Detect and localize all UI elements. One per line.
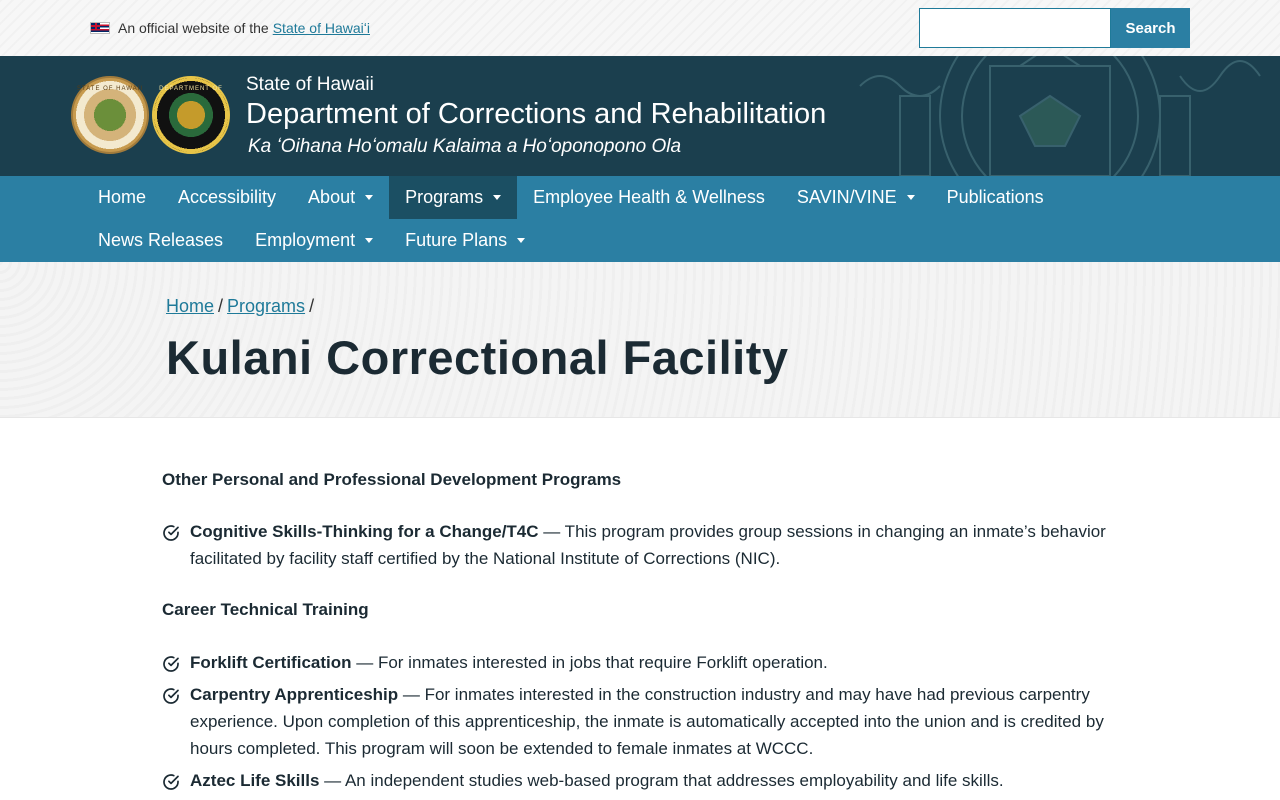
section-heading-career: Career Technical Training — [162, 600, 369, 619]
item-title: Cognitive Skills-Thinking for a Change/T… — [190, 522, 539, 541]
seal-text: STATE OF HAWAII — [77, 86, 143, 92]
search-button[interactable]: Search — [1111, 8, 1190, 48]
list-item: Cognitive Skills-Thinking for a Change/T… — [162, 518, 1112, 572]
item-description: — An independent studies web-based progr… — [319, 771, 1004, 790]
breadcrumb-programs[interactable]: Programs — [227, 296, 305, 316]
site-search: Search — [919, 8, 1190, 48]
nav-item-label: Home — [98, 187, 147, 207]
org-hawaiian-name: Ka ʻOihana Hoʻomalu Kalaima a Hoʻoponopo… — [248, 136, 682, 157]
official-banner: An official website of the State of Hawa… — [0, 0, 1280, 56]
hawaii-flag-icon — [90, 22, 110, 34]
check-circle-icon — [162, 681, 190, 762]
nav-item-label: Accessibility — [178, 187, 277, 207]
caret-down-icon[interactable] — [365, 238, 374, 243]
item-description: — For inmates interested in jobs that re… — [351, 653, 828, 672]
official-notice: An official website of the State of Hawa… — [90, 20, 370, 36]
nav-item-programs[interactable]: Programs — [389, 176, 518, 219]
breadcrumb: Home / Programs / — [166, 296, 318, 317]
site-header: STATE OF HAWAII DEPARTMENT OF State of H… — [0, 56, 1280, 176]
breadcrumb-separator: / — [309, 296, 315, 316]
official-notice-text: An official website of the — [118, 20, 269, 36]
nav-item-employee-health-wellness[interactable]: Employee Health & Wellness — [517, 176, 781, 219]
caret-down-icon[interactable] — [365, 195, 374, 200]
nav-item-label: About — [308, 187, 356, 207]
nav-item-news-releases[interactable]: News Releases — [82, 219, 239, 262]
seal-text: DEPARTMENT OF — [159, 86, 223, 92]
nav-item-employment[interactable]: Employment — [239, 219, 389, 262]
nav-item-accessibility[interactable]: Accessibility — [162, 176, 292, 219]
breadcrumb-separator: / — [218, 296, 224, 316]
search-input[interactable] — [919, 8, 1111, 48]
section-heading-development: Other Personal and Professional Developm… — [162, 470, 622, 489]
caret-down-icon[interactable] — [517, 238, 526, 243]
check-circle-icon — [162, 649, 190, 681]
item-title: Aztec Life Skills — [190, 771, 320, 790]
caret-down-icon[interactable] — [906, 195, 915, 200]
caret-down-icon[interactable] — [493, 195, 502, 200]
nav-item-label: Programs — [405, 187, 484, 207]
list-item: Aztec Life Skills — An independent studi… — [162, 767, 1112, 799]
org-subtitle: State of Hawaii — [246, 74, 374, 95]
nav-item-about[interactable]: About — [292, 176, 389, 219]
breadcrumb-home[interactable]: Home — [166, 296, 214, 316]
list-item: Forklift Certification — For inmates int… — [162, 649, 1112, 681]
check-circle-icon — [162, 518, 190, 572]
nav-item-label: Publications — [946, 187, 1044, 207]
page-title: Kulani Correctional Facility — [166, 331, 789, 384]
page-title-band: Home / Programs / Kulani Correctional Facil… — [0, 262, 1280, 418]
nav-item-home[interactable]: Home — [82, 176, 162, 219]
nav-item-label: Future Plans — [405, 230, 508, 250]
org-title[interactable]: Department of Corrections and Rehabilita… — [246, 98, 826, 131]
state-of-hawaii-seal[interactable]: STATE OF HAWAII — [71, 76, 149, 154]
nav-row-2: News Releases Employment Future Plans — [82, 219, 541, 262]
nav-item-label: SAVIN/VINE — [796, 187, 897, 207]
nav-item-label: Employment — [255, 230, 356, 250]
state-of-hawaii-link[interactable]: State of Hawaiʻi — [273, 20, 370, 36]
list-item: Carpentry Apprenticeship — For inmates i… — [162, 681, 1112, 762]
nav-item-future-plans[interactable]: Future Plans — [389, 219, 541, 262]
main-navigation: Home Accessibility About Programs Employee H… — [0, 176, 1280, 262]
check-circle-icon — [162, 767, 190, 799]
nav-item-label: News Releases — [98, 230, 224, 250]
item-title: Carpentry Apprenticeship — [190, 685, 399, 704]
department-seal[interactable]: DEPARTMENT OF — [152, 76, 230, 154]
nav-item-savin-vine[interactable]: SAVIN/VINE — [781, 176, 931, 219]
nav-row-1: Home Accessibility About Programs Employee H… — [82, 176, 1060, 219]
item-title: Forklift Certification — [190, 653, 352, 672]
nav-item-publications[interactable]: Publications — [931, 176, 1060, 219]
nav-item-label: Employee Health & Wellness — [533, 187, 765, 207]
